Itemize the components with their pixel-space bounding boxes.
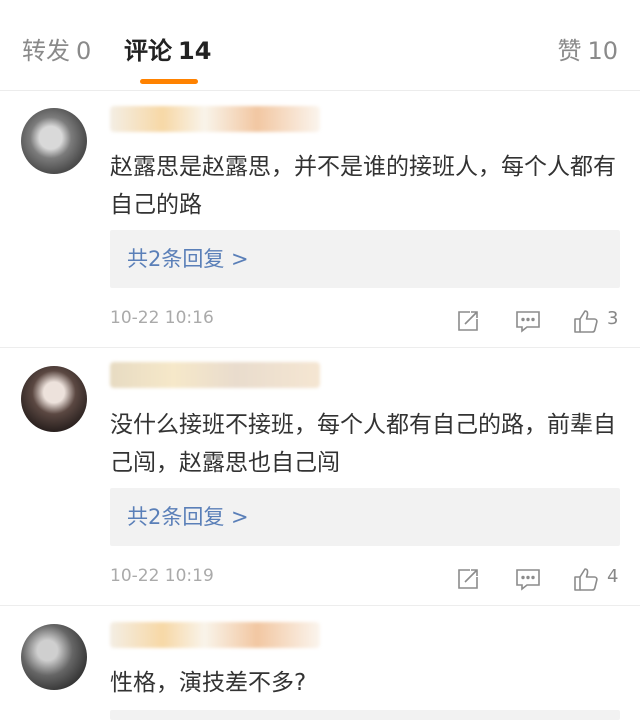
comment-time: 10-22 10:16 [110,308,214,328]
comment-bubble-icon [516,569,540,591]
tab-comments-count: 14 [178,37,212,65]
thumbs-up-icon [574,568,598,591]
tab-repost[interactable]: 转发 0 [22,36,91,66]
comment-meta: 10-22 10:19 4 [110,564,620,594]
tab-repost-count: 0 [76,37,92,65]
repost-button[interactable] [453,306,483,336]
avatar[interactable] [21,366,87,432]
thumbs-up-icon [574,310,598,333]
comment-text: 性格，演技差不多? [110,670,307,696]
comment-button[interactable] [513,306,543,336]
comment-item: 没什么接班不接班，每个人都有自己的路，前辈自己闯，赵露思也自己闯 共2条回复 >… [0,348,640,606]
username-blurred[interactable] [110,622,320,648]
comment-button[interactable] [513,564,543,594]
avatar[interactable] [21,108,87,174]
comment-text: 赵露思是赵露思，并不是谁的接班人，每个人都有自己的路 [110,154,616,218]
edit-share-icon [458,569,478,589]
comment-meta: 10-22 10:16 3 [110,306,620,336]
like-count: 4 [607,566,619,587]
tab-comments-label: 评论 [124,37,172,65]
tab-likes[interactable]: 赞 10 [557,36,618,66]
replies-link[interactable]: 共2条回复 > [110,488,620,546]
repost-button[interactable] [453,564,483,594]
username-blurred[interactable] [110,106,320,132]
comment-time: 10-22 10:19 [110,566,214,586]
edit-share-icon [458,311,478,331]
comment-item: 性格，演技差不多? [0,606,640,720]
replies-link[interactable] [110,710,620,720]
replies-label: 共2条回复 > [127,247,249,271]
tab-repost-label: 转发 [22,37,70,65]
username-blurred[interactable] [110,362,320,388]
active-tab-indicator [140,79,198,84]
like-count: 3 [607,308,619,329]
comment-tabs: 转发 0 评论 14 赞 10 [0,0,640,91]
tab-comments[interactable]: 评论 14 [124,36,211,66]
like-button[interactable] [571,564,601,594]
comment-item: 赵露思是赵露思，并不是谁的接班人，每个人都有自己的路 共2条回复 > 10-22… [0,90,640,348]
avatar[interactable] [21,624,87,690]
tab-likes-label: 赞 [557,37,582,65]
comment-text: 没什么接班不接班，每个人都有自己的路，前辈自己闯，赵露思也自己闯 [110,412,616,476]
tab-likes-count: 10 [587,37,618,65]
like-button[interactable] [571,306,601,336]
comment-bubble-icon [516,311,540,333]
replies-label: 共2条回复 > [127,505,249,529]
replies-link[interactable]: 共2条回复 > [110,230,620,288]
